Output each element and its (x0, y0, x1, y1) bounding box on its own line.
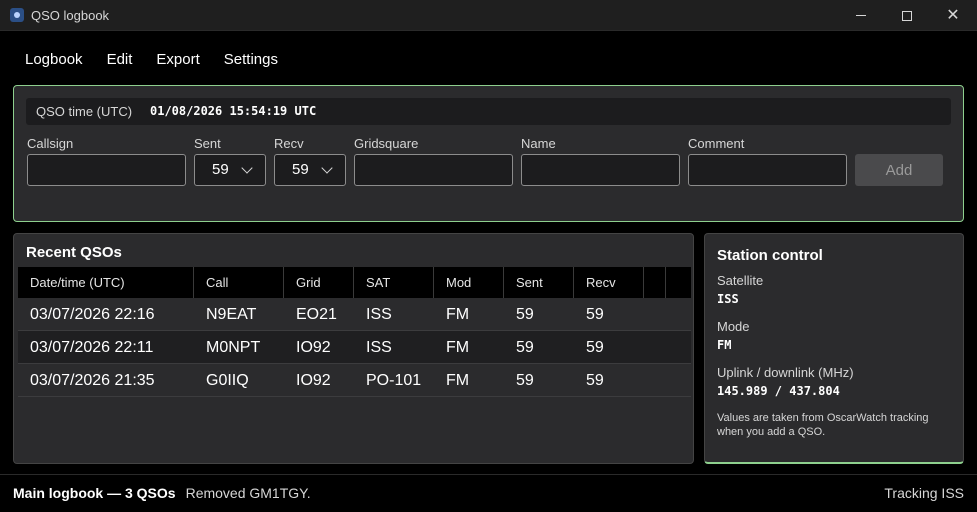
cell-grid: IO92 (296, 372, 331, 389)
cell-datetime: 03/07/2026 22:16 (30, 306, 155, 323)
table-row[interactable]: 03/07/2026 21:35 G0IIQ IO92 PO-101 FM 59… (18, 364, 691, 397)
menu-logbook[interactable]: Logbook (13, 46, 95, 74)
recv-select-value: 59 (292, 161, 309, 178)
column-header-datetime[interactable]: Date/time (UTC) (18, 267, 194, 298)
satellite-label: Satellite (717, 273, 764, 288)
mode-label: Mode (717, 319, 750, 334)
sent-select-value: 59 (212, 161, 229, 178)
sent-label: Sent (194, 136, 221, 151)
minimize-icon (856, 15, 866, 16)
comment-label: Comment (688, 136, 745, 151)
status-left: Main logbook — 3 QSOs Removed GM1TGY. (13, 485, 311, 501)
qso-table: Date/time (UTC) Call Grid SAT Mod Sent R… (18, 267, 691, 397)
gridsquare-input[interactable] (354, 154, 513, 186)
app-icon (10, 8, 24, 22)
callsign-input[interactable] (27, 154, 186, 186)
minimize-button[interactable] (838, 0, 884, 31)
table-header: Date/time (UTC) Call Grid SAT Mod Sent R… (18, 267, 691, 298)
tracking-status: Tracking ISS (884, 485, 964, 501)
chevron-down-icon (241, 162, 253, 174)
station-control-title: Station control (717, 247, 823, 264)
cell-call: M0NPT (206, 339, 261, 356)
recent-qsos-panel: Recent QSOs Date/time (UTC) Call Grid SA… (13, 233, 694, 464)
column-header-sat[interactable]: SAT (354, 267, 434, 298)
cell-sat: ISS (366, 306, 392, 323)
status-message: Removed GM1TGY. (185, 485, 311, 501)
column-header-spacer (644, 267, 666, 298)
frequency-value: 145.989 / 437.804 (717, 384, 840, 398)
cell-datetime: 03/07/2026 22:11 (30, 339, 154, 356)
close-button[interactable]: ✕ (930, 0, 976, 31)
qso-time-label: QSO time (UTC) (36, 104, 133, 119)
sent-select[interactable]: 59 (194, 154, 266, 186)
cell-sent: 59 (516, 306, 534, 323)
menu-edit[interactable]: Edit (95, 46, 145, 74)
column-header-call[interactable]: Call (194, 267, 284, 298)
maximize-button[interactable] (884, 0, 930, 31)
menu-settings[interactable]: Settings (212, 46, 290, 74)
cell-sat: ISS (366, 339, 392, 356)
cell-mod: FM (446, 306, 470, 323)
title-bar: QSO logbook ✕ (0, 0, 977, 31)
close-icon: ✕ (946, 6, 960, 24)
recv-label: Recv (274, 136, 304, 151)
table-row[interactable]: 03/07/2026 22:11 M0NPT IO92 ISS FM 59 59 (18, 331, 691, 364)
cell-mod: FM (446, 372, 470, 389)
chevron-down-icon (321, 162, 333, 174)
logbook-status: Main logbook — 3 QSOs (13, 485, 176, 501)
name-input[interactable] (521, 154, 680, 186)
cell-recv: 59 (586, 306, 604, 323)
table-row[interactable]: 03/07/2026 22:16 N9EAT EO21 ISS FM 59 59 (18, 298, 691, 331)
cell-mod: FM (446, 339, 470, 356)
column-header-mod[interactable]: Mod (434, 267, 504, 298)
window-title: QSO logbook (31, 8, 110, 23)
recent-qsos-title: Recent QSOs (26, 244, 122, 261)
frequency-label: Uplink / downlink (MHz) (717, 365, 854, 380)
menu-export[interactable]: Export (144, 46, 211, 74)
maximize-icon (902, 10, 912, 21)
station-note: Values are taken from OscarWatch trackin… (717, 412, 929, 438)
gridsquare-label: Gridsquare (354, 136, 419, 151)
column-header-grid[interactable]: Grid (284, 267, 354, 298)
cell-sent: 59 (516, 372, 534, 389)
recv-select[interactable]: 59 (274, 154, 346, 186)
cell-call: G0IIQ (206, 372, 249, 389)
cell-recv: 59 (586, 339, 604, 356)
qso-entry-panel: QSO time (UTC) 01/08/2026 15:54:19 UTC C… (13, 85, 964, 222)
status-bar: Main logbook — 3 QSOs Removed GM1TGY. Tra… (0, 474, 977, 512)
mode-value: FM (717, 338, 732, 352)
name-label: Name (521, 136, 556, 151)
qso-time-value: 01/08/2026 15:54:19 UTC (150, 104, 317, 118)
column-header-recv[interactable]: Recv (574, 267, 644, 298)
column-header-sent[interactable]: Sent (504, 267, 574, 298)
station-control-panel: Station control Satellite ISS Mode FM Up… (704, 233, 964, 464)
cell-sat: PO-101 (366, 372, 422, 389)
qso-time-row: QSO time (UTC) 01/08/2026 15:54:19 UTC (26, 98, 951, 125)
callsign-label: Callsign (27, 136, 74, 151)
satellite-value: ISS (717, 292, 739, 306)
cell-call: N9EAT (206, 306, 257, 323)
cell-recv: 59 (586, 372, 604, 389)
cell-sent: 59 (516, 339, 534, 356)
comment-input[interactable] (688, 154, 847, 186)
add-button[interactable]: Add (855, 154, 943, 186)
cell-datetime: 03/07/2026 21:35 (30, 372, 155, 389)
cell-grid: EO21 (296, 306, 337, 323)
cell-grid: IO92 (296, 339, 331, 356)
menu-bar: Logbook Edit Export Settings (13, 46, 290, 74)
